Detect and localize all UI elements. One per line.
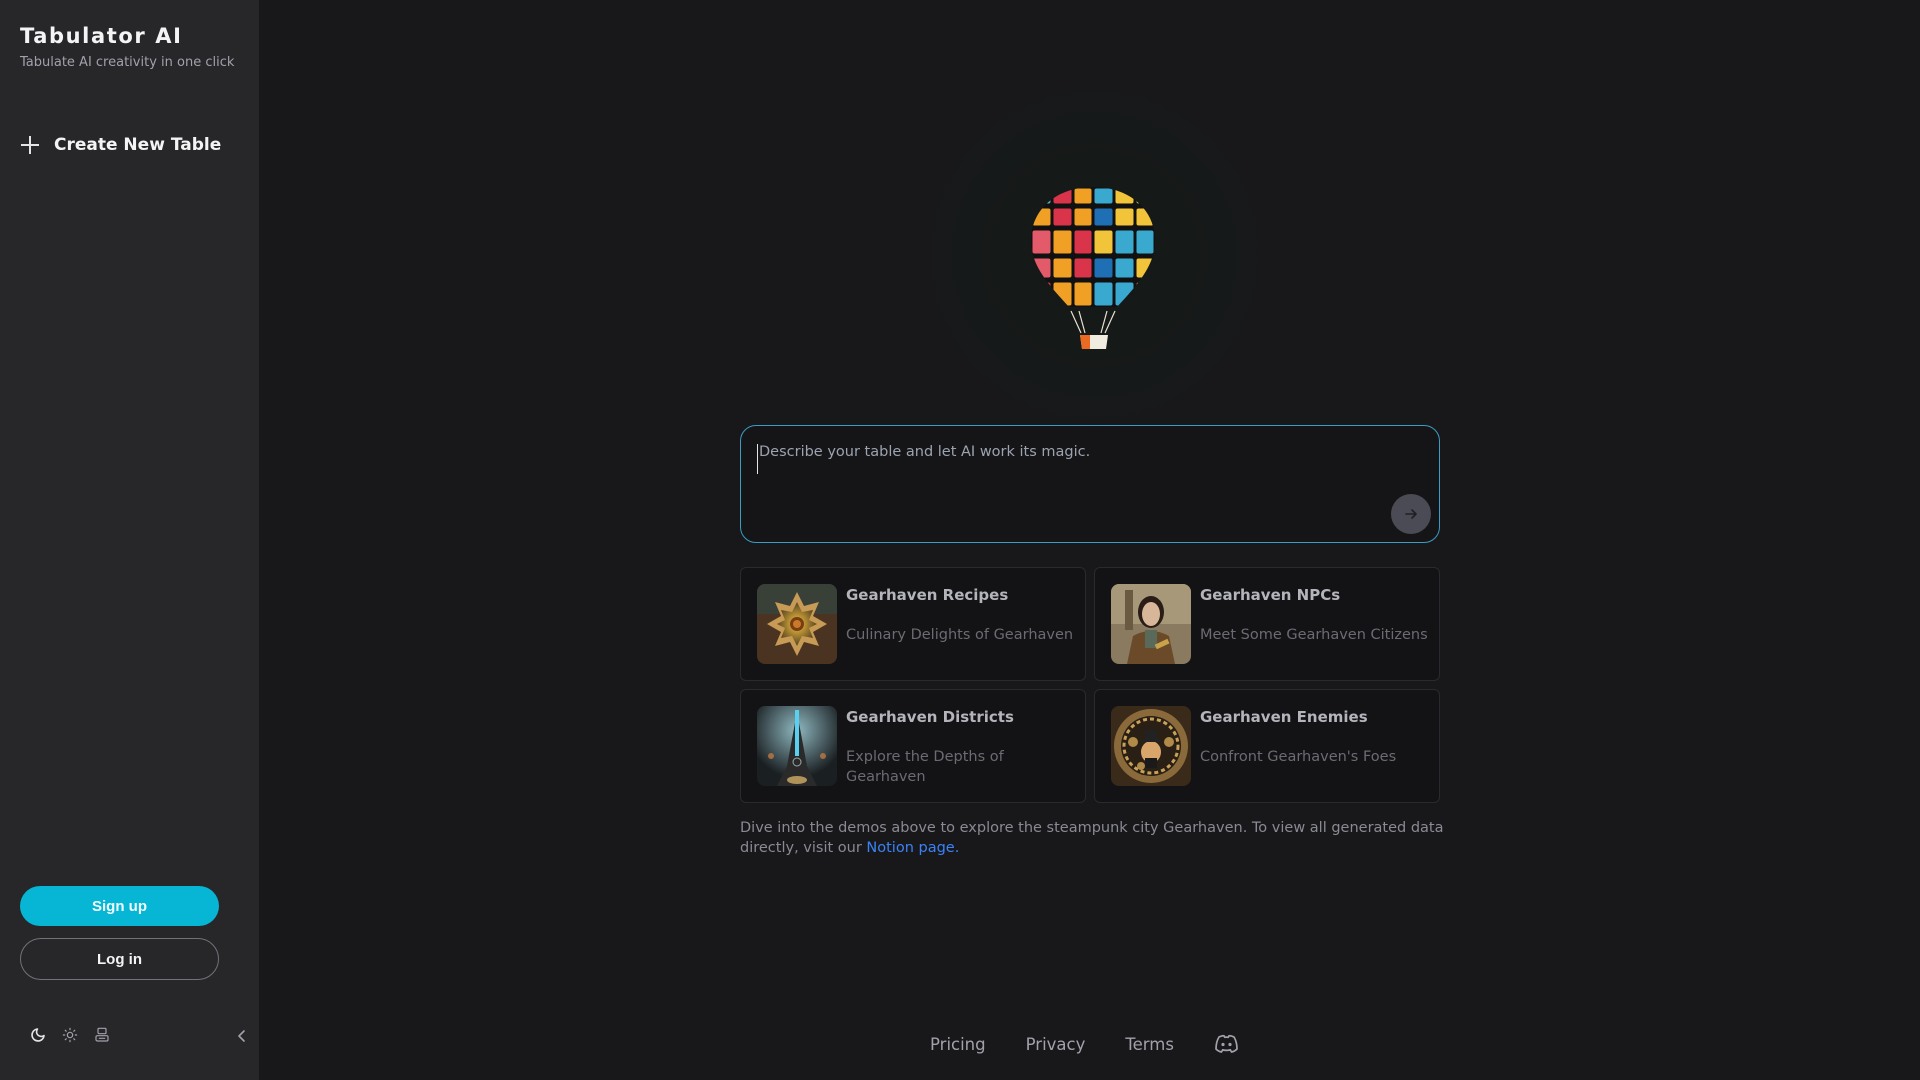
card-title: Gearhaven NPCs — [1200, 586, 1341, 604]
balloon-cell — [1115, 188, 1134, 204]
balloon-cell — [1094, 230, 1113, 254]
chevron-left-icon — [238, 1030, 245, 1042]
card-description: Meet Some Gearhaven Citizens — [1200, 627, 1428, 643]
sign-up-button[interactable]: Sign up — [20, 886, 219, 926]
card-description: Explore the Depths of Gearhaven — [846, 749, 1004, 785]
recipes-image — [757, 584, 837, 664]
npcs-image — [1111, 584, 1191, 664]
balloon-cell — [1115, 230, 1134, 254]
create-new-table-button[interactable]: Create New Table — [20, 130, 221, 160]
card-title: Gearhaven Recipes — [846, 586, 1009, 604]
log-in-button[interactable]: Log in — [20, 938, 219, 980]
notion-page-link[interactable]: Notion page. — [866, 840, 959, 856]
balloon-cell — [1115, 258, 1134, 278]
balloon-cell — [1136, 282, 1154, 306]
create-new-table-label: Create New Table — [54, 135, 222, 155]
balloon-cell — [1136, 188, 1154, 204]
balloon-cell — [1074, 282, 1092, 306]
footer-link-privacy[interactable]: Privacy — [1026, 1035, 1086, 1054]
footer-link-terms[interactable]: Terms — [1125, 1035, 1174, 1054]
balloon-cell — [1136, 258, 1154, 278]
arrow-right-icon — [1405, 509, 1417, 519]
balloon-cell — [1032, 208, 1051, 226]
card-title: Gearhaven Districts — [846, 708, 1014, 726]
discord-icon[interactable] — [1214, 1033, 1240, 1055]
prompt-box — [740, 425, 1440, 543]
balloon-cell — [1053, 258, 1072, 278]
balloon-cell — [1074, 208, 1092, 226]
card-description: Confront Gearhaven's Foes — [1200, 749, 1397, 765]
balloon-cell — [1032, 258, 1051, 278]
demo-card-districts[interactable]: Gearhaven Districts Explore the Depths o… — [740, 689, 1086, 803]
demo-info-text: Dive into the demos above to explore the… — [740, 818, 1450, 858]
footer: Pricing Privacy Terms — [930, 1030, 1240, 1058]
system-theme-icon[interactable] — [92, 1025, 112, 1045]
demo-card-recipes[interactable]: Gearhaven Recipes Culinary Delights of G… — [740, 567, 1086, 681]
balloon-cell — [1074, 258, 1092, 278]
balloon-cell — [1094, 208, 1113, 226]
balloon-logo — [1031, 187, 1155, 349]
theme-switcher — [28, 1025, 112, 1045]
balloon-cell — [1074, 230, 1092, 254]
app-subtitle: Tabulate AI creativity in one click — [20, 55, 235, 70]
balloon-cell — [1053, 208, 1072, 226]
balloon-cell — [1032, 188, 1051, 204]
balloon-cell — [1053, 230, 1072, 254]
info-text-body: Dive into the demos above to explore the… — [740, 820, 1444, 856]
balloon-cell — [1032, 230, 1051, 254]
plus-icon — [20, 135, 40, 155]
enemies-image — [1111, 706, 1191, 786]
table-description-input[interactable] — [757, 444, 1397, 474]
balloon-cell — [1136, 230, 1154, 254]
balloon-cell — [1053, 188, 1072, 204]
balloon-cell — [1074, 188, 1092, 204]
demo-card-enemies[interactable]: Gearhaven Enemies Confront Gearhaven's F… — [1094, 689, 1440, 803]
balloon-cell — [1053, 282, 1072, 306]
balloon-cell — [1032, 282, 1051, 306]
card-title: Gearhaven Enemies — [1200, 708, 1368, 726]
moon-icon[interactable] — [28, 1025, 48, 1045]
sidebar: Tabulator AI Tabulate AI creativity in o… — [0, 0, 259, 1080]
balloon-cell — [1115, 208, 1134, 226]
app-title: Tabulator AI — [20, 24, 183, 48]
sun-icon[interactable] — [60, 1025, 80, 1045]
balloon-cell — [1115, 282, 1134, 306]
balloon-cell — [1094, 258, 1113, 278]
footer-link-pricing[interactable]: Pricing — [930, 1035, 986, 1054]
collapse-sidebar-button[interactable] — [232, 1026, 252, 1046]
demo-card-npcs[interactable]: Gearhaven NPCs Meet Some Gearhaven Citiz… — [1094, 567, 1440, 681]
card-description: Culinary Delights of Gearhaven — [846, 627, 1074, 643]
districts-image — [757, 706, 837, 786]
balloon-cell — [1136, 208, 1154, 226]
balloon-cell — [1094, 282, 1113, 306]
balloon-cell — [1094, 188, 1113, 204]
send-button[interactable] — [1391, 494, 1431, 534]
